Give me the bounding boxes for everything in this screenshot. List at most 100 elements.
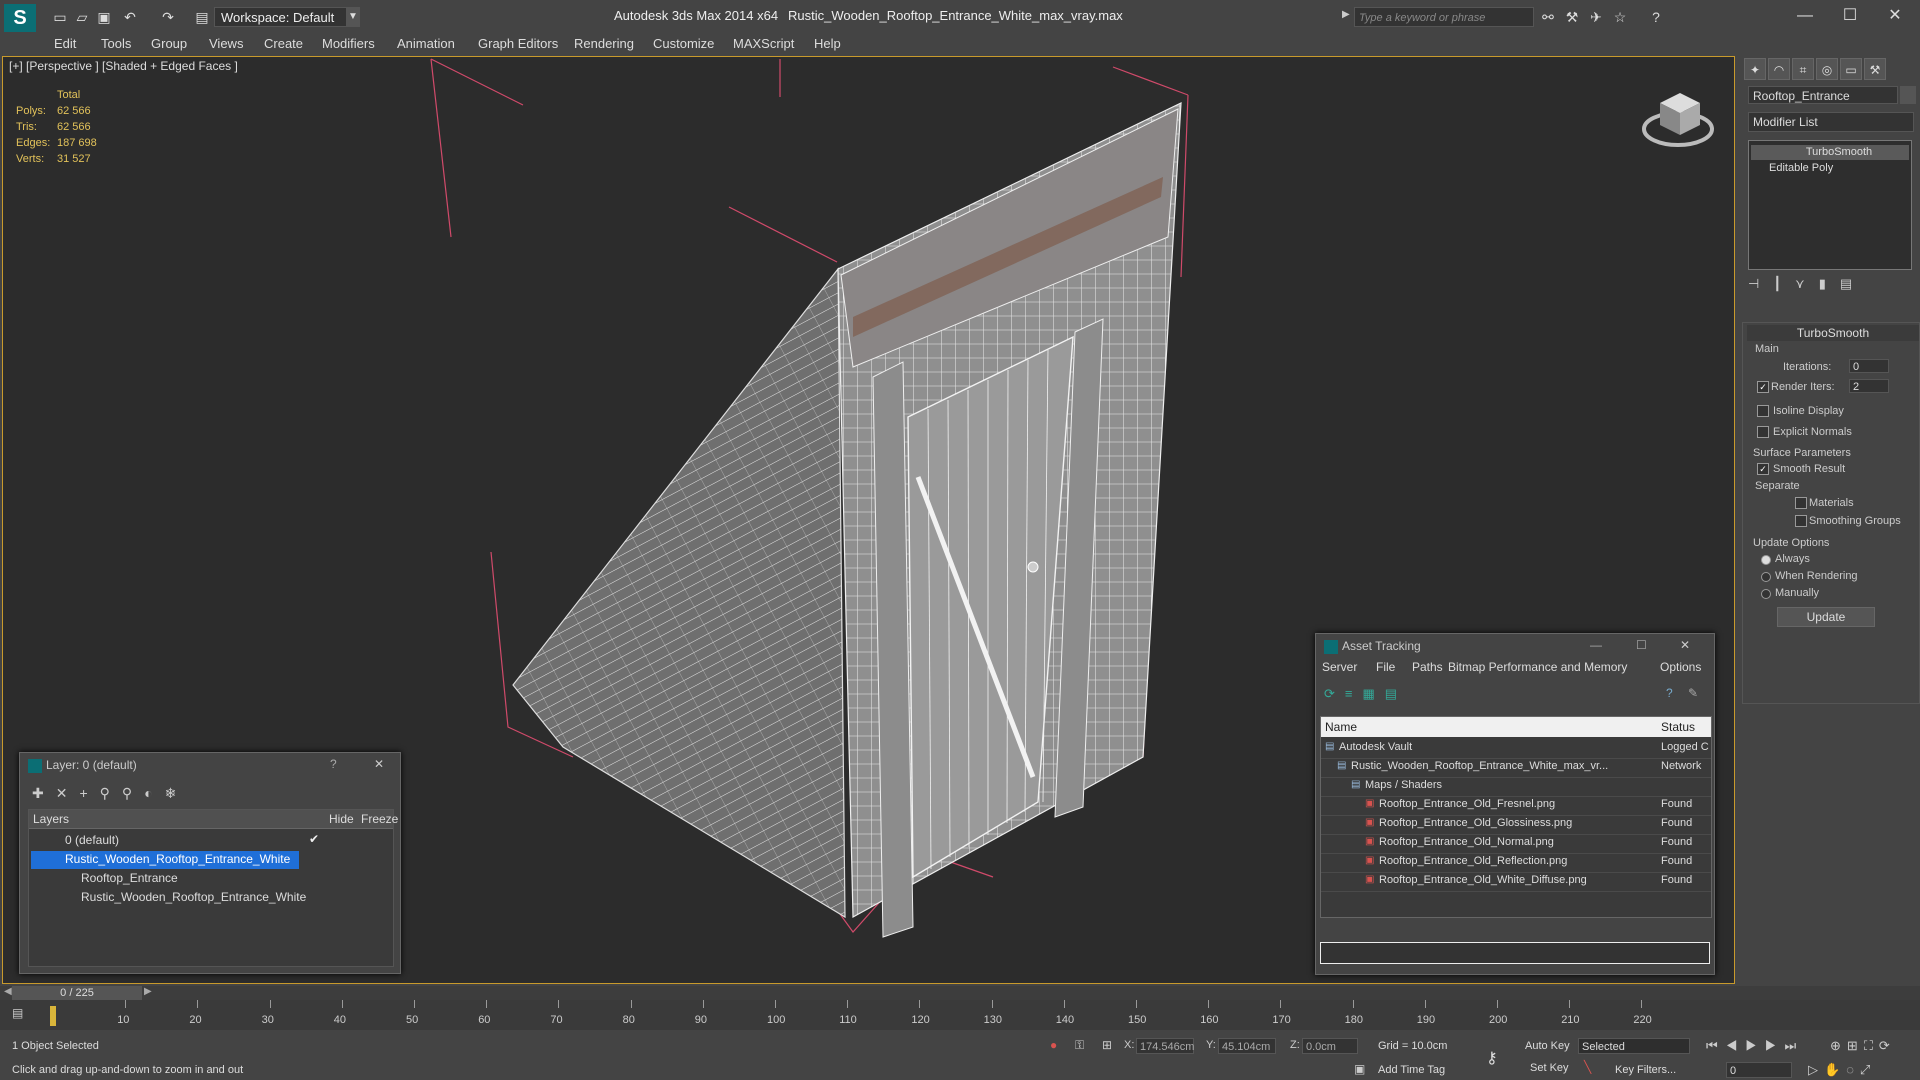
- list-view-icon[interactable]: ≡: [1345, 686, 1363, 701]
- layer-close-icon[interactable]: ✕: [374, 757, 384, 771]
- hierarchy-tab-icon[interactable]: ⌗: [1792, 58, 1814, 80]
- freeze-all-layers-icon[interactable]: ❄: [165, 785, 189, 801]
- orbit-icon[interactable]: ⟳: [1879, 1038, 1896, 1053]
- y-coordinate-field[interactable]: 45.104cm: [1218, 1038, 1276, 1054]
- asset-panel-title[interactable]: Asset Tracking: [1316, 634, 1714, 658]
- layer-help-icon[interactable]: ?: [330, 757, 337, 771]
- asset-pin-icon[interactable]: ✎: [1688, 686, 1698, 700]
- turbosmooth-rollout-header[interactable]: TurboSmooth: [1747, 325, 1919, 341]
- pin-stack-icon[interactable]: ⊣: [1748, 276, 1773, 291]
- asset-menu-bitmap[interactable]: Bitmap Performance and Memory: [1448, 660, 1627, 674]
- current-frame-marker[interactable]: [50, 1006, 56, 1026]
- motion-tab-icon[interactable]: ◎: [1816, 58, 1838, 80]
- app-logo-icon[interactable]: S: [4, 4, 36, 32]
- stack-item-editable-poly[interactable]: Editable Poly: [1751, 161, 1909, 176]
- time-prev-icon[interactable]: ◀: [4, 986, 12, 997]
- search-input[interactable]: Type a keyword or phrase: [1354, 7, 1534, 27]
- asset-row[interactable]: ▣ Rooftop_Entrance_Old_Reflection.png Foun…: [1321, 853, 1711, 873]
- previous-frame-icon[interactable]: ◀: [1726, 1038, 1746, 1053]
- menu-graph-editors[interactable]: Graph Editors: [478, 34, 558, 54]
- thumbnail-view-icon[interactable]: ▦: [1363, 686, 1385, 701]
- asset-row[interactable]: ▤ Rustic_Wooden_Rooftop_Entrance_White_ma…: [1321, 758, 1711, 778]
- zoom-icon[interactable]: ⊕: [1830, 1038, 1847, 1053]
- absolute-mode-icon[interactable]: ⊞: [1102, 1038, 1112, 1052]
- menu-create[interactable]: Create: [264, 34, 303, 54]
- table-view-icon[interactable]: ▤: [1385, 686, 1407, 701]
- time-tag-icon[interactable]: ▣: [1354, 1062, 1365, 1076]
- stack-item-turbosmooth[interactable]: TurboSmooth: [1751, 145, 1909, 160]
- current-frame-field[interactable]: 0: [1726, 1062, 1792, 1078]
- object-name-field[interactable]: Rooftop_Entrance: [1748, 86, 1898, 104]
- auto-key-button[interactable]: Auto Key: [1525, 1040, 1570, 1052]
- binoculars-icon[interactable]: ⚯: [1540, 9, 1556, 25]
- asset-tracking-panel[interactable]: Asset Tracking — ☐ ✕ Server File Paths B…: [1315, 633, 1715, 975]
- menu-edit[interactable]: Edit: [54, 34, 76, 54]
- viewcube-icon[interactable]: [1642, 93, 1714, 147]
- open-file-icon[interactable]: ▱: [74, 9, 90, 25]
- modifier-list-dropdown[interactable]: Modifier List: [1748, 112, 1914, 132]
- menu-tools[interactable]: Tools: [101, 34, 131, 54]
- asset-row[interactable]: ▣ Rooftop_Entrance_Old_Normal.png Found: [1321, 834, 1711, 854]
- layer-row[interactable]: Rustic_Wooden_Rooftop_Entrance_White: [31, 889, 391, 907]
- play-icon[interactable]: ▶: [1745, 1038, 1765, 1053]
- layer-panel[interactable]: Layer: 0 (default) ? ✕ ✚✕+⚲⚲◐❄ Layers Hi…: [19, 752, 401, 974]
- go-to-start-icon[interactable]: ⏮: [1706, 1038, 1726, 1053]
- menu-maxscript[interactable]: MAXScript: [733, 34, 794, 54]
- key-filter-icon[interactable]: ╲: [1584, 1060, 1591, 1074]
- asset-menu-paths[interactable]: Paths: [1412, 660, 1443, 674]
- time-slider[interactable]: ◀ 0 / 225 ▶: [0, 986, 1920, 1000]
- refresh-icon[interactable]: ⟳: [1324, 686, 1345, 701]
- mini-curve-editor-icon[interactable]: ▤: [12, 1006, 23, 1020]
- materials-checkbox[interactable]: [1795, 497, 1807, 509]
- x-coordinate-field[interactable]: 174.546cm: [1136, 1038, 1194, 1054]
- menu-animation[interactable]: Animation: [397, 34, 455, 54]
- stack-toolbar[interactable]: ⊣┃⋎▮▤: [1748, 276, 1866, 292]
- layers-column-header[interactable]: Layers: [33, 812, 69, 826]
- always-radio[interactable]: [1761, 555, 1771, 565]
- show-end-result-icon[interactable]: ┃: [1773, 276, 1795, 291]
- remove-modifier-icon[interactable]: ▮: [1819, 276, 1840, 291]
- delete-layer-icon[interactable]: ✕: [56, 785, 80, 801]
- add-to-layer-icon[interactable]: +: [79, 785, 99, 801]
- workspace-dropdown[interactable]: Workspace: Default: [214, 7, 352, 27]
- create-layer-icon[interactable]: ✚: [32, 785, 56, 801]
- pan-icon[interactable]: ✋: [1824, 1062, 1846, 1077]
- manually-radio[interactable]: [1761, 589, 1771, 599]
- configure-sets-icon[interactable]: ▤: [1840, 276, 1866, 291]
- layer-row[interactable]: Rooftop_Entrance: [31, 870, 391, 888]
- new-file-icon[interactable]: ▭: [52, 9, 68, 25]
- zoom-all-icon[interactable]: ⊞: [1847, 1038, 1864, 1053]
- menu-rendering[interactable]: Rendering: [574, 34, 634, 54]
- render-iters-checkbox[interactable]: ✓: [1757, 381, 1769, 393]
- render-iters-spinner[interactable]: 2: [1849, 379, 1889, 393]
- asset-toolbar[interactable]: ⟳≡▦▤: [1324, 686, 1407, 702]
- asset-help-icon[interactable]: ?: [1666, 686, 1673, 700]
- asset-row[interactable]: ▤ Autodesk Vault Logged C: [1321, 739, 1711, 759]
- undo-icon[interactable]: ↶: [122, 9, 138, 25]
- next-frame-icon[interactable]: ▶: [1765, 1038, 1785, 1053]
- menu-help[interactable]: Help: [814, 34, 841, 54]
- when-rendering-radio[interactable]: [1761, 572, 1771, 582]
- hide-all-layers-icon[interactable]: ◐: [144, 785, 164, 801]
- z-coordinate-field[interactable]: 0.0cm: [1302, 1038, 1358, 1054]
- time-next-icon[interactable]: ▶: [144, 986, 152, 997]
- smooth-result-checkbox[interactable]: ✓: [1757, 463, 1769, 475]
- field-of-view-icon[interactable]: ▷: [1808, 1062, 1824, 1077]
- hide-column-header[interactable]: Hide: [329, 812, 354, 826]
- asset-list[interactable]: Name Status ▤ Autodesk Vault Logged C ▤ Rust…: [1320, 716, 1712, 918]
- playback-controls[interactable]: ⏮◀▶▶⏭: [1706, 1038, 1804, 1054]
- explicit-normals-checkbox[interactable]: [1757, 426, 1769, 438]
- freeze-column-header[interactable]: Freeze: [361, 812, 398, 826]
- name-column-header[interactable]: Name: [1325, 720, 1357, 734]
- redo-icon[interactable]: ↷: [160, 9, 176, 25]
- communication-icon[interactable]: ✈: [1588, 9, 1604, 25]
- update-button[interactable]: Update: [1777, 607, 1875, 627]
- asset-minimize-button[interactable]: —: [1590, 638, 1602, 652]
- zoom-extents-icon[interactable]: ⛶: [1864, 1038, 1879, 1053]
- isoline-checkbox[interactable]: [1757, 405, 1769, 417]
- smoothing-groups-checkbox[interactable]: [1795, 515, 1807, 527]
- maximize-button[interactable]: ☐: [1835, 6, 1865, 26]
- help-icon[interactable]: ?: [1648, 9, 1664, 25]
- favorites-star-icon[interactable]: ☆: [1612, 9, 1628, 25]
- selection-lock-icon[interactable]: ⚿: [1075, 1038, 1084, 1053]
